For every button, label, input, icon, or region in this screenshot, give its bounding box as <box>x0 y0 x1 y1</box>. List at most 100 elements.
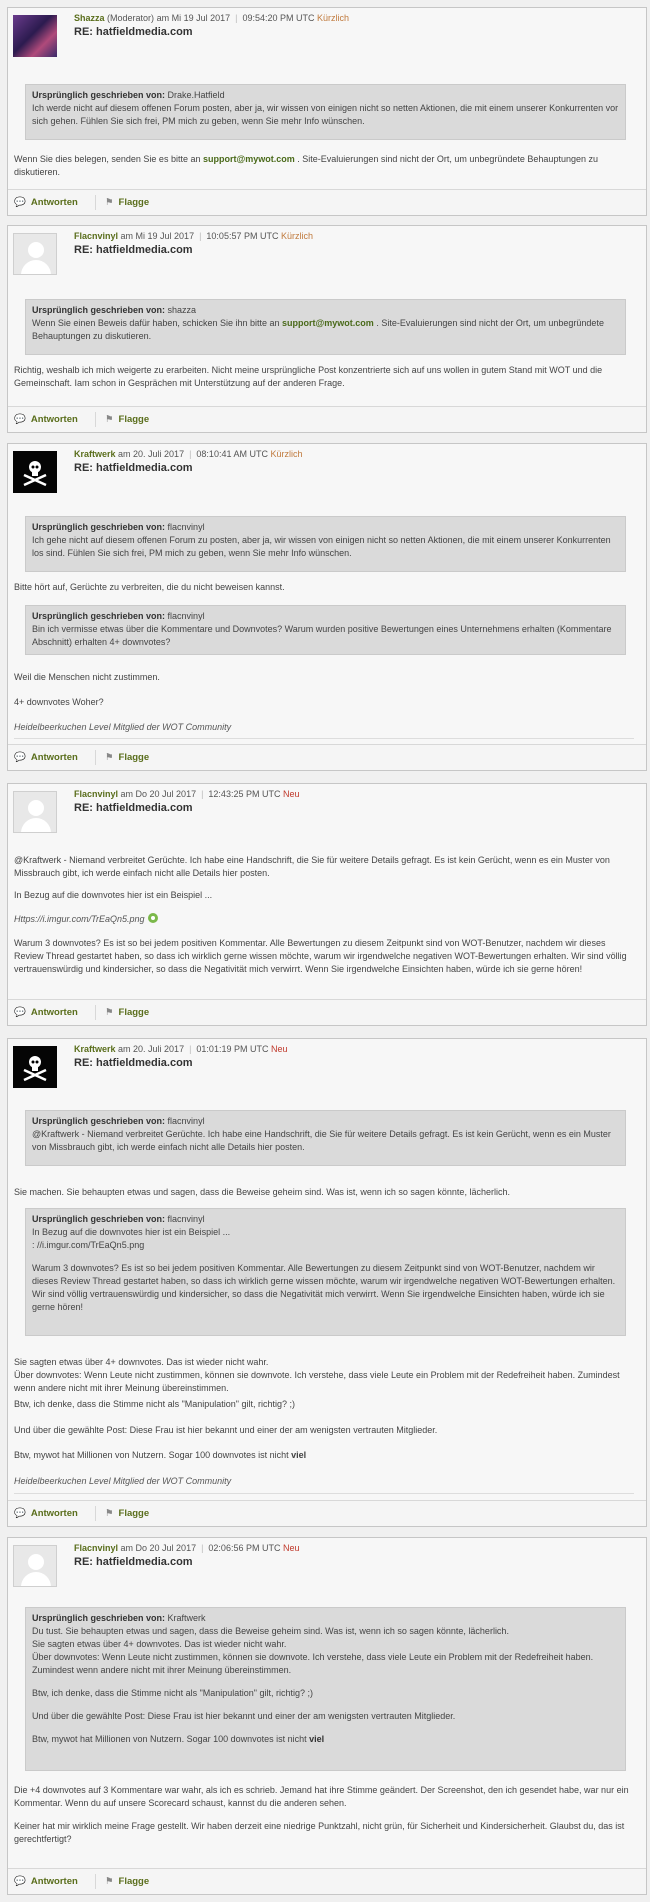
post: Shazza (Moderator) am Mi 19 Jul 2017 | 09:… <box>7 7 647 216</box>
flag-icon: ⚑ <box>105 1007 114 1018</box>
post-title: RE: hatfieldmedia.com <box>74 1556 193 1568</box>
username-link[interactable]: Shazza <box>74 13 105 23</box>
reply-icon: 💬 <box>14 1876 26 1887</box>
post-header: Flacnvinyl am Do 20 Jul 2017 | 12:43:25 PM… <box>8 784 646 842</box>
flag-icon: ⚑ <box>105 752 114 763</box>
quote-text: Wenn Sie einen Beweis dafür haben, schic… <box>32 318 280 328</box>
post-text: Die +4 downvotes auf 3 Kommentare war wa… <box>14 1785 629 1808</box>
post-time: 02:06:56 PM UTC <box>208 1543 281 1553</box>
quote-author: flacnvinyl <box>167 522 205 532</box>
post-header: Flacnvinyl am Do 20 Jul 2017 | 02:06:56 PM… <box>8 1538 646 1596</box>
reply-button[interactable]: 💬 Antworten <box>14 1007 78 1018</box>
flag-button[interactable]: ⚑ Flagge <box>105 1508 149 1519</box>
post-text: Btw, mywot hat Millionen von Nutzern. So… <box>14 1450 307 1460</box>
image-link[interactable]: Https://i.imgur.com/TrEaQn5.png <box>14 914 145 924</box>
quote-author: Kraftwerk <box>167 1613 206 1623</box>
flag-button[interactable]: ⚑ Flagge <box>105 752 149 763</box>
quote-label: Ursprünglich geschrieben von: <box>32 611 166 621</box>
flag-icon: ⚑ <box>105 1876 114 1887</box>
signature: Heidelbeerkuchen Level Mitglied der WOT … <box>14 722 232 732</box>
post: Kraftwerk am 20. Juli 2017 | 08:10:41 AM U… <box>7 443 647 771</box>
reply-icon: 💬 <box>14 1508 26 1519</box>
post: Flacnvinyl am Do 20 Jul 2017 | 12:43:25 PM… <box>7 783 647 1026</box>
avatar[interactable] <box>13 1046 57 1088</box>
email-link[interactable]: support@mywot.com <box>203 154 295 164</box>
post-time: 10:05:57 PM UTC <box>206 231 279 241</box>
post-text: Und über die gewählte Post: Diese Frau i… <box>14 1425 438 1435</box>
post-time: 01:01:19 PM UTC <box>196 1044 269 1054</box>
quote-author: flacnvinyl <box>167 611 205 621</box>
quote-block: Ursprünglich geschrieben von: Drake.Hatf… <box>25 84 626 140</box>
post-header: Kraftwerk am 20. Juli 2017 | 01:01:19 PM U… <box>8 1039 646 1097</box>
quote-author: flacnvinyl <box>167 1214 205 1224</box>
avatar[interactable] <box>13 233 57 275</box>
status-badge: Neu <box>282 789 300 799</box>
quote-text: : //i.imgur.com/TrEaQn5.png <box>32 1240 145 1250</box>
avatar[interactable] <box>13 15 57 57</box>
divider <box>95 1874 96 1889</box>
post-text: 4+ downvotes Woher? <box>14 697 104 707</box>
reply-button[interactable]: 💬 Antworten <box>14 414 78 425</box>
post-time: 12:43:25 PM UTC <box>208 789 281 799</box>
quote-text: Ich werde nicht auf diesem offenen Forum… <box>32 103 619 126</box>
quote-author: Drake.Hatfield <box>167 90 225 100</box>
divider <box>95 750 96 765</box>
username-link[interactable]: Kraftwerk <box>74 449 116 459</box>
quote-text: In Bezug auf die downvotes hier ist ein … <box>32 1227 231 1237</box>
divider <box>14 738 634 739</box>
quote-label: Ursprünglich geschrieben von: <box>32 90 166 100</box>
quote-label: Ursprünglich geschrieben von: <box>32 1214 166 1224</box>
username-link[interactable]: Flacnvinyl <box>74 231 118 241</box>
post-meta: Flacnvinyl am Do 20 Jul 2017 | 02:06:56 PM… <box>74 1543 300 1553</box>
divider <box>95 1506 96 1521</box>
quote-block: Ursprünglich geschrieben von: flacnvinyl… <box>25 516 626 572</box>
divider <box>95 1005 96 1020</box>
divider <box>95 412 96 427</box>
post-text: @Kraftwerk - Niemand verbreitet Gerüchte… <box>14 855 610 878</box>
pirate-flag-icon <box>23 1056 47 1082</box>
flag-button[interactable]: ⚑ Flagge <box>105 414 149 425</box>
post-footer: 💬 Antworten ⚑ Flagge <box>8 744 646 770</box>
reply-button[interactable]: 💬 Antworten <box>14 1508 78 1519</box>
username-link[interactable]: Flacnvinyl <box>74 789 118 799</box>
reply-icon: 💬 <box>14 752 26 763</box>
reply-icon: 💬 <box>14 1007 26 1018</box>
divider <box>95 195 96 210</box>
flag-button[interactable]: ⚑ Flagge <box>105 1876 149 1887</box>
post-text: Weil die Menschen nicht zustimmen. <box>14 672 160 682</box>
user-role: (Moderator) <box>107 13 155 23</box>
post-meta: Shazza (Moderator) am Mi 19 Jul 2017 | 09:… <box>74 13 350 23</box>
flag-button[interactable]: ⚑ Flagge <box>105 197 149 208</box>
username-link[interactable]: Flacnvinyl <box>74 1543 118 1553</box>
reply-button[interactable]: 💬 Antworten <box>14 197 78 208</box>
post-title: RE: hatfieldmedia.com <box>74 244 193 256</box>
post: Flacnvinyl am Do 20 Jul 2017 | 02:06:56 PM… <box>7 1537 647 1895</box>
post-time: 08:10:41 AM UTC <box>196 449 268 459</box>
post-footer: 💬 Antworten ⚑ Flagge <box>8 189 646 215</box>
username-link[interactable]: Kraftwerk <box>74 1044 116 1054</box>
pirate-flag-icon <box>23 461 47 487</box>
email-link[interactable]: support@mywot.com <box>282 318 374 328</box>
quote-block: Ursprünglich geschrieben von: flacnvinyl… <box>25 1208 626 1336</box>
quote-text: Warum 3 downvotes? Es ist so bei jedem p… <box>32 1263 616 1312</box>
quote-block: Ursprünglich geschrieben von: flacnvinyl… <box>25 605 626 655</box>
post-text: Sie machen. Sie behaupten etwas und sage… <box>14 1187 510 1197</box>
post-text: Keiner hat mir wirklich meine Frage gest… <box>14 1821 625 1844</box>
avatar[interactable] <box>13 451 57 493</box>
post-title: RE: hatfieldmedia.com <box>74 802 193 814</box>
avatar[interactable] <box>13 791 57 833</box>
quote-label: Ursprünglich geschrieben von: <box>32 1116 166 1126</box>
reply-button[interactable]: 💬 Antworten <box>14 752 78 763</box>
post-footer: 💬 Antworten ⚑ Flagge <box>8 999 646 1025</box>
flag-button[interactable]: ⚑ Flagge <box>105 1007 149 1018</box>
avatar[interactable] <box>13 1545 57 1587</box>
post-date: am Do 20 Jul 2017 <box>120 789 197 799</box>
post-text: Wenn Sie dies belegen, senden Sie es bit… <box>14 154 598 177</box>
quote-block: Ursprünglich geschrieben von: Kraftwerk … <box>25 1607 626 1771</box>
flag-icon: ⚑ <box>105 197 114 208</box>
post: Kraftwerk am 20. Juli 2017 | 01:01:19 PM U… <box>7 1038 647 1527</box>
quote-text: Bin ich vermisse etwas über die Kommenta… <box>32 624 612 647</box>
post: Flacnvinyl am Mi 19 Jul 2017 | 10:05:57 PM… <box>7 225 647 433</box>
post-date: am Do 20 Jul 2017 <box>120 1543 197 1553</box>
reply-button[interactable]: 💬 Antworten <box>14 1876 78 1887</box>
